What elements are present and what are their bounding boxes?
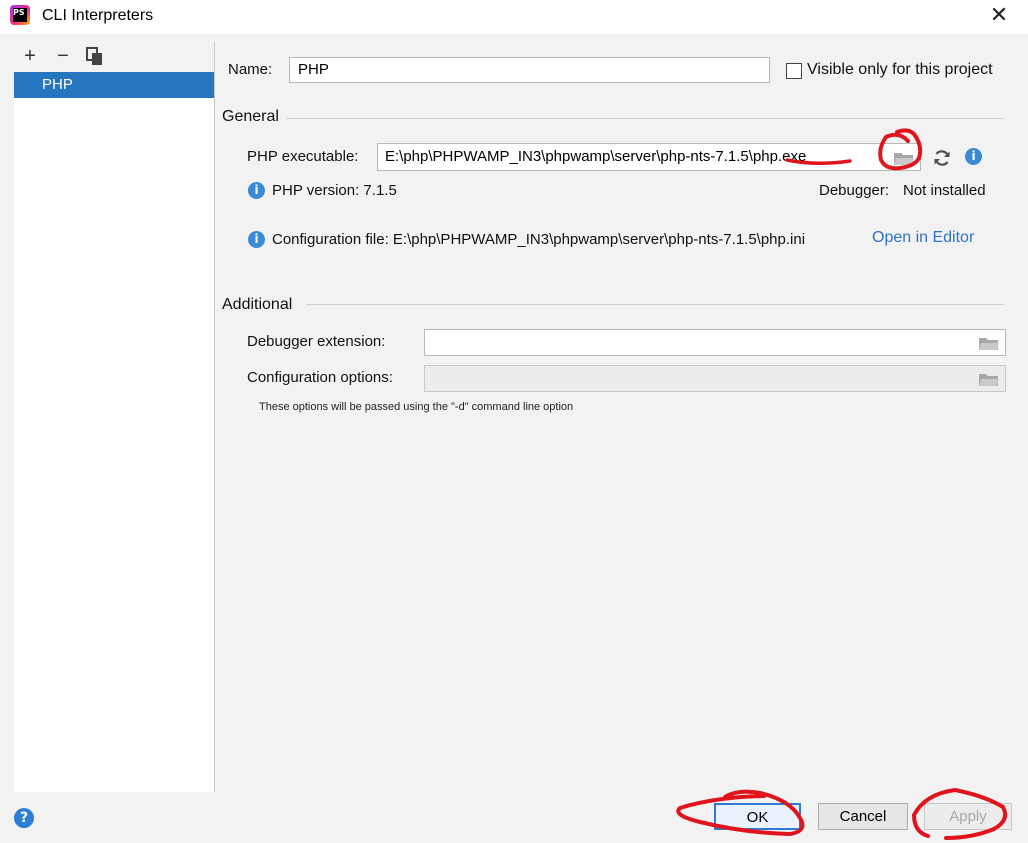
open-in-editor-link[interactable]: Open in Editor xyxy=(872,229,974,247)
reload-icon[interactable] xyxy=(932,148,952,168)
php-executable-label: PHP executable: xyxy=(247,148,359,165)
list-item-php[interactable]: PHP xyxy=(14,72,214,98)
visible-only-checkbox[interactable] xyxy=(786,63,802,79)
visible-only-label: Visible only for this project xyxy=(807,61,993,78)
app-icon-text: PS xyxy=(13,8,27,22)
debugger-extension-field[interactable] xyxy=(424,329,1006,356)
php-version-text: PHP version: 7.1.5 xyxy=(272,182,397,199)
title-bar xyxy=(0,0,1028,34)
general-separator xyxy=(286,118,1004,119)
configuration-options-label: Configuration options: xyxy=(247,369,393,386)
remove-interpreter-button[interactable]: − xyxy=(52,46,74,68)
name-field[interactable]: PHP xyxy=(289,57,770,83)
close-icon[interactable]: ✕ xyxy=(984,2,1014,30)
help-icon[interactable]: ? xyxy=(14,808,34,828)
php-info-icon[interactable]: i xyxy=(965,148,982,165)
browse-folder-icon[interactable] xyxy=(893,149,915,167)
debugger-extension-browse-icon[interactable] xyxy=(978,334,1000,352)
list-item-label: PHP xyxy=(42,76,73,93)
config-info-icon: i xyxy=(248,231,265,248)
debugger-value: Not installed xyxy=(903,182,986,199)
debugger-extension-label: Debugger extension: xyxy=(247,333,386,350)
name-label: Name: xyxy=(228,61,273,78)
general-section-title: General xyxy=(222,108,279,125)
cancel-button[interactable]: Cancel xyxy=(818,803,908,830)
php-executable-field[interactable]: E:\php\PHPWAMP_IN3\phpwamp\server\php-nt… xyxy=(377,143,921,171)
debugger-label: Debugger: xyxy=(819,182,890,199)
version-info-icon: i xyxy=(248,182,265,199)
copy-interpreter-icon[interactable] xyxy=(86,47,104,66)
interpreter-list: PHP xyxy=(14,72,215,792)
configuration-file-text: Configuration file: E:\php\PHPWAMP_IN3\p… xyxy=(272,231,806,248)
configuration-options-hint: These options will be passed using the "… xyxy=(259,401,574,413)
configuration-options-browse-icon[interactable] xyxy=(978,370,1000,388)
additional-section-title: Additional xyxy=(222,296,293,313)
add-interpreter-button[interactable]: + xyxy=(19,46,41,68)
window-title: CLI Interpreters xyxy=(42,7,154,24)
phpstorm-app-icon: PS xyxy=(10,5,30,25)
apply-button[interactable]: Apply xyxy=(924,803,1012,830)
php-executable-value: E:\php\PHPWAMP_IN3\phpwamp\server\php-nt… xyxy=(385,148,807,165)
additional-separator xyxy=(306,304,1004,305)
ok-button[interactable]: OK xyxy=(714,803,801,830)
configuration-options-field[interactable] xyxy=(424,365,1006,392)
panel-divider[interactable] xyxy=(214,42,215,792)
